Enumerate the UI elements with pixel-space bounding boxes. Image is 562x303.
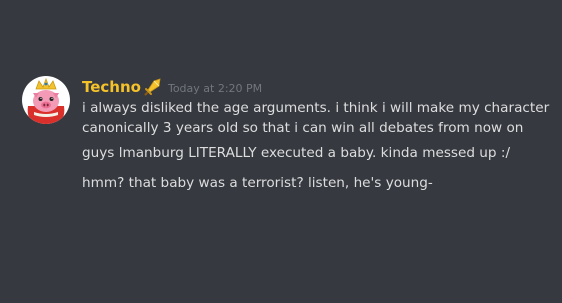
username[interactable]: Techno [82,78,141,96]
message-line: canonically 3 years old so that i can wi… [82,120,524,136]
pig-king-avatar-icon [22,76,70,124]
message-line: hmm? that baby was a terrorist? listen, … [82,175,433,191]
message-line: i always disliked the age arguments. i t… [82,100,550,116]
message-header: Techno Today at 2:20 PM [82,76,552,98]
message-line: guys lmanburg LITERALLY executed a baby.… [82,145,511,161]
message-body: i always disliked the age arguments. i t… [82,98,552,193]
golden-sword-icon [144,78,162,96]
message-content: Techno Today at 2:20 PM i always dislike… [82,76,552,193]
avatar[interactable] [22,76,70,124]
timestamp: Today at 2:20 PM [167,81,263,95]
